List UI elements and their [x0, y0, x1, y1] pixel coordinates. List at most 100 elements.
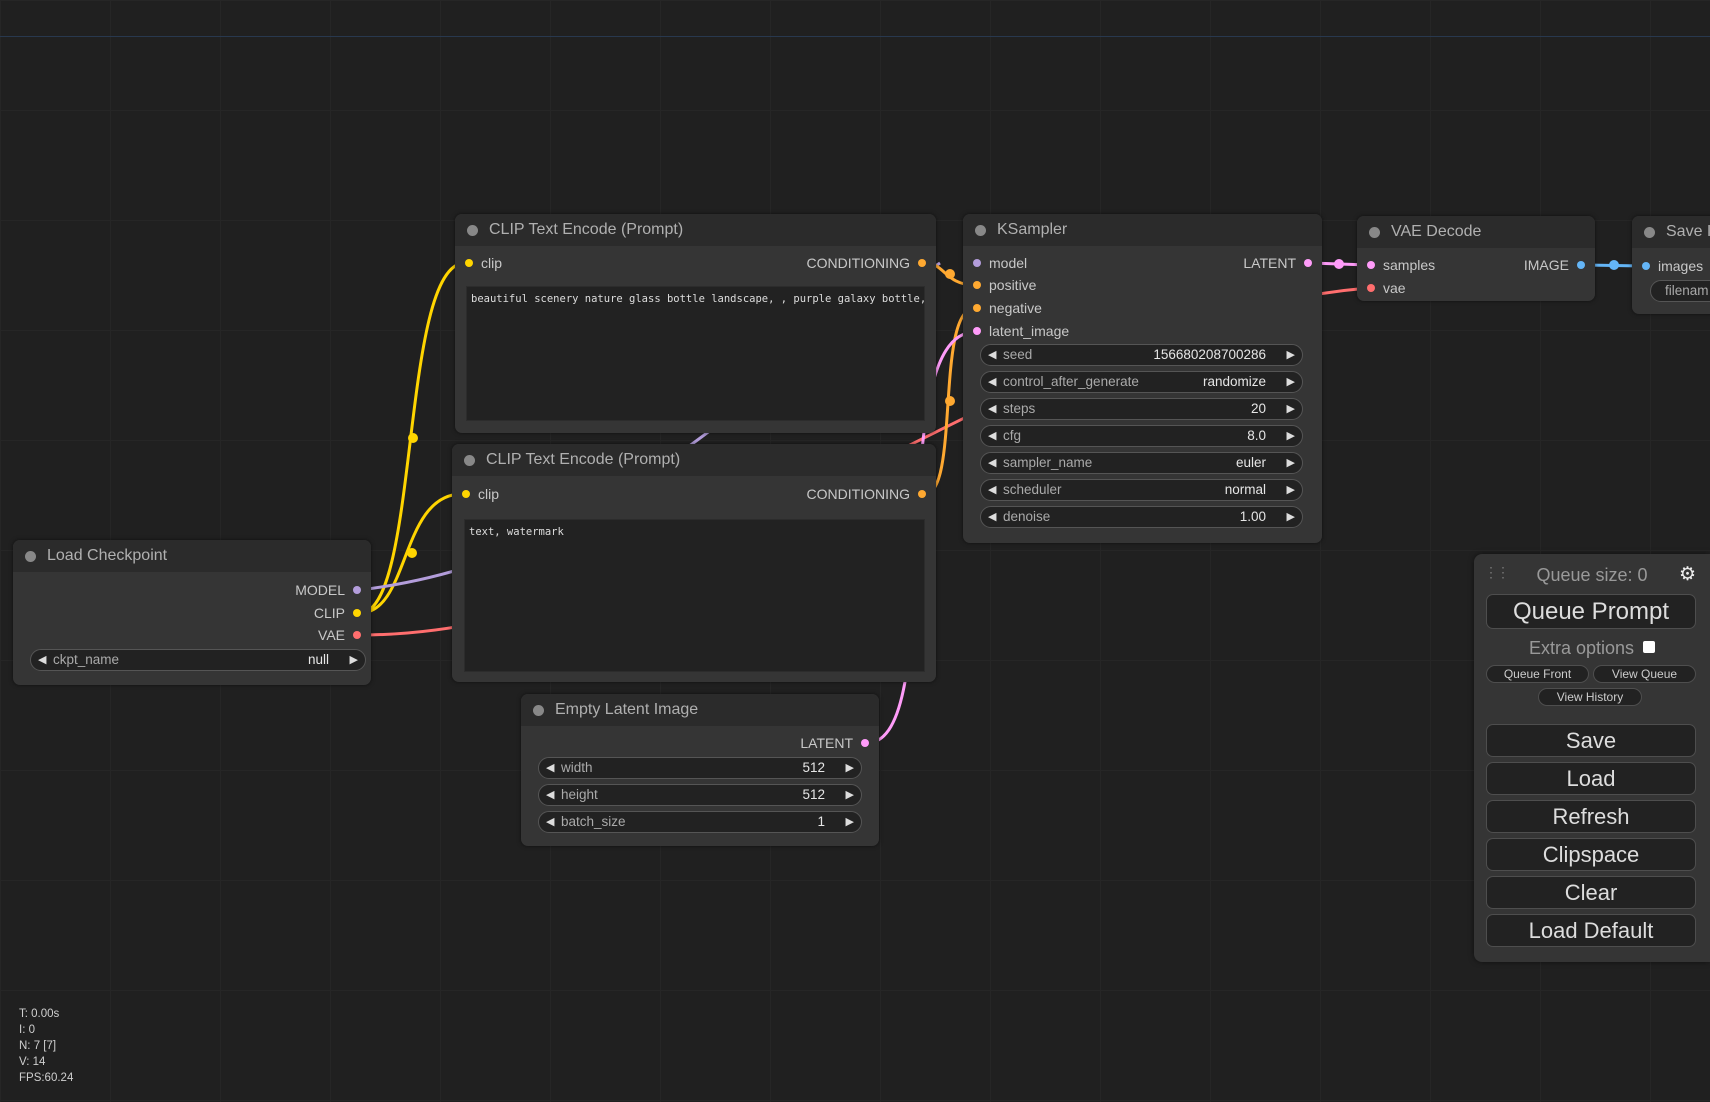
output-slot-latent[interactable]: LATENT	[800, 733, 873, 753]
decrement-arrow-icon[interactable]: ◀	[988, 426, 996, 446]
sampler-name-widget[interactable]: ◀ sampler_name euler ▶	[980, 452, 1303, 474]
view-history-button[interactable]: View History	[1538, 688, 1642, 706]
node-title[interactable]: VAE Decode	[1357, 216, 1595, 248]
slot-dot-icon[interactable]	[918, 490, 926, 498]
increment-arrow-icon[interactable]: ▶	[1287, 480, 1295, 500]
steps-widget[interactable]: ◀ steps 20 ▶	[980, 398, 1303, 420]
extra-options-checkbox[interactable]	[1643, 641, 1656, 653]
seed-widget[interactable]: ◀ seed 156680208700286 ▶	[980, 344, 1303, 366]
slot-dot-icon[interactable]	[353, 609, 361, 617]
slot-dot-icon[interactable]	[1577, 261, 1585, 269]
empty-latent-image-node[interactable]: Empty Latent Image LATENT ◀ width 512 ▶ …	[521, 694, 879, 846]
collapse-dot-icon[interactable]	[467, 225, 478, 236]
decrement-arrow-icon[interactable]: ◀	[988, 507, 996, 527]
slot-dot-icon[interactable]	[353, 586, 361, 594]
slot-dot-icon[interactable]	[1304, 259, 1312, 267]
decrement-arrow-icon[interactable]: ◀	[988, 399, 996, 419]
collapse-dot-icon[interactable]	[1644, 227, 1655, 238]
decrement-arrow-icon[interactable]: ◀	[988, 345, 996, 365]
output-slot-conditioning[interactable]: CONDITIONING	[807, 253, 930, 273]
slot-dot-icon[interactable]	[918, 259, 926, 267]
collapse-dot-icon[interactable]	[1369, 227, 1380, 238]
input-slot-clip[interactable]: clip	[461, 253, 502, 273]
output-slot-latent[interactable]: LATENT	[1243, 253, 1316, 273]
extra-options-row[interactable]: Extra options	[1474, 638, 1710, 659]
output-slot-clip[interactable]: CLIP	[314, 603, 365, 623]
view-queue-button[interactable]: View Queue	[1593, 665, 1696, 683]
decrement-arrow-icon[interactable]: ◀	[38, 650, 46, 670]
increment-arrow-icon[interactable]: ▶	[846, 812, 854, 832]
height-widget[interactable]: ◀ height 512 ▶	[538, 784, 862, 806]
queue-panel[interactable]: ⋮⋮ Queue size: 0 ⚙ Queue Prompt Extra op…	[1474, 554, 1710, 962]
decrement-arrow-icon[interactable]: ◀	[988, 372, 996, 392]
input-slot-vae[interactable]: vae	[1363, 278, 1406, 298]
node-title[interactable]: CLIP Text Encode (Prompt)	[452, 444, 936, 476]
output-slot-conditioning[interactable]: CONDITIONING	[807, 484, 930, 504]
node-title[interactable]: KSampler	[963, 214, 1322, 246]
load-button[interactable]: Load	[1486, 762, 1696, 795]
collapse-dot-icon[interactable]	[975, 225, 986, 236]
settings-gear-icon[interactable]: ⚙	[1679, 563, 1696, 586]
cfg-widget[interactable]: ◀ cfg 8.0 ▶	[980, 425, 1303, 447]
slot-dot-icon[interactable]	[973, 327, 981, 335]
increment-arrow-icon[interactable]: ▶	[350, 650, 358, 670]
decrement-arrow-icon[interactable]: ◀	[546, 785, 554, 805]
increment-arrow-icon[interactable]: ▶	[1287, 399, 1295, 419]
input-slot-latent-image[interactable]: latent_image	[969, 321, 1069, 341]
save-image-node[interactable]: Save I images filenam	[1632, 216, 1710, 314]
collapse-dot-icon[interactable]	[533, 705, 544, 716]
slot-dot-icon[interactable]	[973, 259, 981, 267]
collapse-dot-icon[interactable]	[25, 551, 36, 562]
slot-dot-icon[interactable]	[353, 631, 361, 639]
increment-arrow-icon[interactable]: ▶	[1287, 426, 1295, 446]
increment-arrow-icon[interactable]: ▶	[846, 785, 854, 805]
collapse-dot-icon[interactable]	[464, 455, 475, 466]
decrement-arrow-icon[interactable]: ◀	[546, 812, 554, 832]
increment-arrow-icon[interactable]: ▶	[1287, 507, 1295, 527]
clip-text-encode-negative-node[interactable]: CLIP Text Encode (Prompt) clip CONDITION…	[452, 444, 936, 682]
input-slot-model[interactable]: model	[969, 253, 1027, 273]
increment-arrow-icon[interactable]: ▶	[1287, 372, 1295, 392]
clear-button[interactable]: Clear	[1486, 876, 1696, 909]
output-slot-model[interactable]: MODEL	[295, 580, 365, 600]
increment-arrow-icon[interactable]: ▶	[846, 758, 854, 778]
input-slot-positive[interactable]: positive	[969, 275, 1036, 295]
load-default-button[interactable]: Load Default	[1486, 914, 1696, 947]
filename-prefix-widget[interactable]: filenam	[1650, 280, 1710, 302]
batch-size-widget[interactable]: ◀ batch_size 1 ▶	[538, 811, 862, 833]
slot-dot-icon[interactable]	[1367, 261, 1375, 269]
slot-dot-icon[interactable]	[462, 490, 470, 498]
slot-dot-icon[interactable]	[973, 281, 981, 289]
control-after-generate-widget[interactable]: ◀ control_after_generate randomize ▶	[980, 371, 1303, 393]
node-title[interactable]: CLIP Text Encode (Prompt)	[455, 214, 936, 246]
slot-dot-icon[interactable]	[1367, 284, 1375, 292]
output-slot-image[interactable]: IMAGE	[1524, 255, 1589, 275]
slot-dot-icon[interactable]	[861, 739, 869, 747]
queue-prompt-button[interactable]: Queue Prompt	[1486, 594, 1696, 629]
increment-arrow-icon[interactable]: ▶	[1287, 453, 1295, 473]
increment-arrow-icon[interactable]: ▶	[1287, 345, 1295, 365]
decrement-arrow-icon[interactable]: ◀	[988, 480, 996, 500]
slot-dot-icon[interactable]	[465, 259, 473, 267]
clipspace-button[interactable]: Clipspace	[1486, 838, 1696, 871]
node-title[interactable]: Save I	[1632, 216, 1710, 248]
input-slot-samples[interactable]: samples	[1363, 255, 1435, 275]
scheduler-widget[interactable]: ◀ scheduler normal ▶	[980, 479, 1303, 501]
output-slot-vae[interactable]: VAE	[318, 625, 365, 645]
node-title[interactable]: Load Checkpoint	[13, 540, 371, 572]
prompt-textarea[interactable]: text, watermark	[464, 519, 925, 672]
decrement-arrow-icon[interactable]: ◀	[988, 453, 996, 473]
save-button[interactable]: Save	[1486, 724, 1696, 757]
refresh-button[interactable]: Refresh	[1486, 800, 1696, 833]
slot-dot-icon[interactable]	[1642, 262, 1650, 270]
prompt-textarea[interactable]: beautiful scenery nature glass bottle la…	[466, 286, 925, 421]
width-widget[interactable]: ◀ width 512 ▶	[538, 757, 862, 779]
input-slot-clip[interactable]: clip	[458, 484, 499, 504]
input-slot-images[interactable]: images	[1638, 256, 1703, 276]
input-slot-negative[interactable]: negative	[969, 298, 1042, 318]
ksampler-node[interactable]: KSampler model positive negative latent_…	[963, 214, 1322, 543]
ckpt-name-widget[interactable]: ◀ ckpt_name null ▶	[30, 649, 366, 671]
decrement-arrow-icon[interactable]: ◀	[546, 758, 554, 778]
slot-dot-icon[interactable]	[973, 304, 981, 312]
node-title[interactable]: Empty Latent Image	[521, 694, 879, 726]
